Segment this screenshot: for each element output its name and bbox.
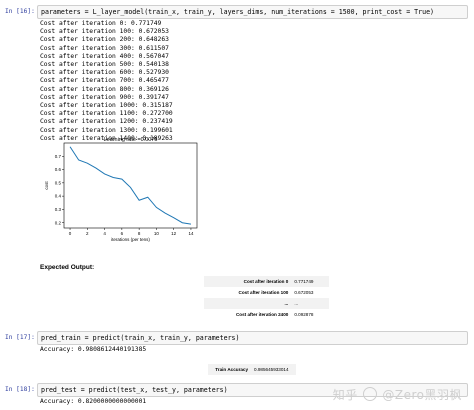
watermark-handle: @Zero黑羽枫 [382, 388, 462, 402]
cost-line: Cost after iteration 700: 0.465477 [40, 77, 169, 85]
y-tick-label: 0.3 [55, 207, 62, 212]
code-text-17: pred_train = predict(train_x, train_y, p… [41, 334, 240, 342]
watermark: 知乎 @Zero黑羽枫 [333, 386, 462, 403]
cell-prompt-17: In [17]: [5, 334, 35, 341]
expected-value: 0.092878 [294, 312, 314, 317]
cost-line: Cost after iteration 300: 0.611507 [40, 44, 169, 52]
y-axis-label: cost [44, 181, 49, 190]
cell-prompt-18: In [18]: [5, 386, 35, 393]
x-tick-label: 12 [171, 231, 177, 236]
test-accuracy-output: Accuracy: 0.8200000000000001 [40, 398, 147, 405]
expected-row: ...... [204, 298, 329, 309]
x-tick-label: 8 [138, 231, 141, 236]
expected-value: ... [291, 298, 329, 309]
watermark-logo-icon [363, 387, 378, 401]
x-tick-label: 6 [121, 231, 124, 236]
y-tick-label: 0.6 [55, 167, 62, 172]
cost-line: Cost after iteration 1000: 0.315187 [40, 102, 173, 110]
cost-line: Cost after iteration 600: 0.527930 [40, 69, 169, 77]
code-text-18: pred_test = predict(test_x, test_y, para… [41, 386, 228, 394]
y-tick-label: 0.7 [55, 154, 62, 159]
plot-frame [63, 142, 198, 229]
cost-line: Cost after iteration 1100: 0.272700 [40, 110, 173, 118]
x-axis-label: iterations (per tens) [111, 237, 150, 242]
y-tick-label: 0.2 [55, 220, 62, 225]
expected-output-table: Cost after iteration 0 0.771749 Cost after… [204, 276, 329, 320]
code-text-16: parameters = L_layer_model(train_x, trai… [41, 8, 435, 16]
expected-key: Cost after iteration 100 [238, 290, 289, 295]
chart-title: Learning rate =0.0075 [104, 137, 158, 143]
y-tick-label: 0.5 [55, 180, 62, 185]
train-accuracy-value: 0.985645933014 [251, 364, 296, 375]
x-tick-label: 4 [103, 231, 106, 236]
train-accuracy-key: Train Accuracy [208, 364, 252, 375]
cost-line: Cost after iteration 400: 0.567047 [40, 52, 169, 60]
expected-key: Cost after iteration 2400 [235, 312, 289, 317]
train-accuracy-output: Accuracy: 0.9808612440191385 [40, 346, 147, 353]
cost-line: Cost after iteration 100: 0.672053 [40, 28, 169, 36]
cost-output: Cost after iteration 0: 0.771749 Cost aft… [40, 20, 173, 143]
learning-rate-chart: Learning rate =0.0075 0 2 4 6 8 10 12 14 0.2 0.3 0.… [44, 137, 198, 242]
cost-line: Cost after iteration 800: 0.369126 [40, 85, 169, 93]
x-tick-label: 14 [188, 231, 194, 236]
expected-value: 0.771749 [291, 276, 329, 287]
cost-line: Cost after iteration 500: 0.540138 [40, 61, 169, 69]
cell-prompt-16: In [16]: [5, 8, 35, 15]
expected-key: ... [204, 298, 292, 309]
watermark-prefix: 知乎 [332, 388, 358, 402]
cost-line: Cost after iteration 200: 0.648263 [40, 36, 169, 44]
y-tick-label: 0.4 [55, 194, 62, 199]
code-cell-17[interactable]: pred_train = predict(train_x, train_y, p… [37, 331, 468, 345]
code-cell-16[interactable]: parameters = L_layer_model(train_x, trai… [37, 5, 468, 19]
x-tick-label: 0 [69, 231, 72, 236]
cost-line: Cost after iteration 0: 0.771749 [40, 20, 162, 27]
cost-line: Cost after iteration 900: 0.391747 [40, 93, 169, 101]
cost-line: Cost after iteration 1300: 0.199601 [40, 126, 173, 134]
x-tick-label: 2 [86, 231, 89, 236]
train-accuracy-table: Train Accuracy 0.985645933014 [208, 364, 296, 375]
expected-row: Cost after iteration 2400 0.092878 [204, 309, 329, 320]
expected-key: Cost after iteration 0 [204, 276, 292, 287]
expected-row: Cost after iteration 100 0.672053 [204, 287, 329, 298]
cost-line: Cost after iteration 1200: 0.237419 [40, 118, 173, 126]
x-tick-label: 10 [154, 231, 160, 236]
expected-output-label: Expected Output: [40, 264, 95, 271]
expected-value: 0.672053 [294, 290, 314, 295]
expected-row: Cost after iteration 0 0.771749 [204, 276, 329, 287]
